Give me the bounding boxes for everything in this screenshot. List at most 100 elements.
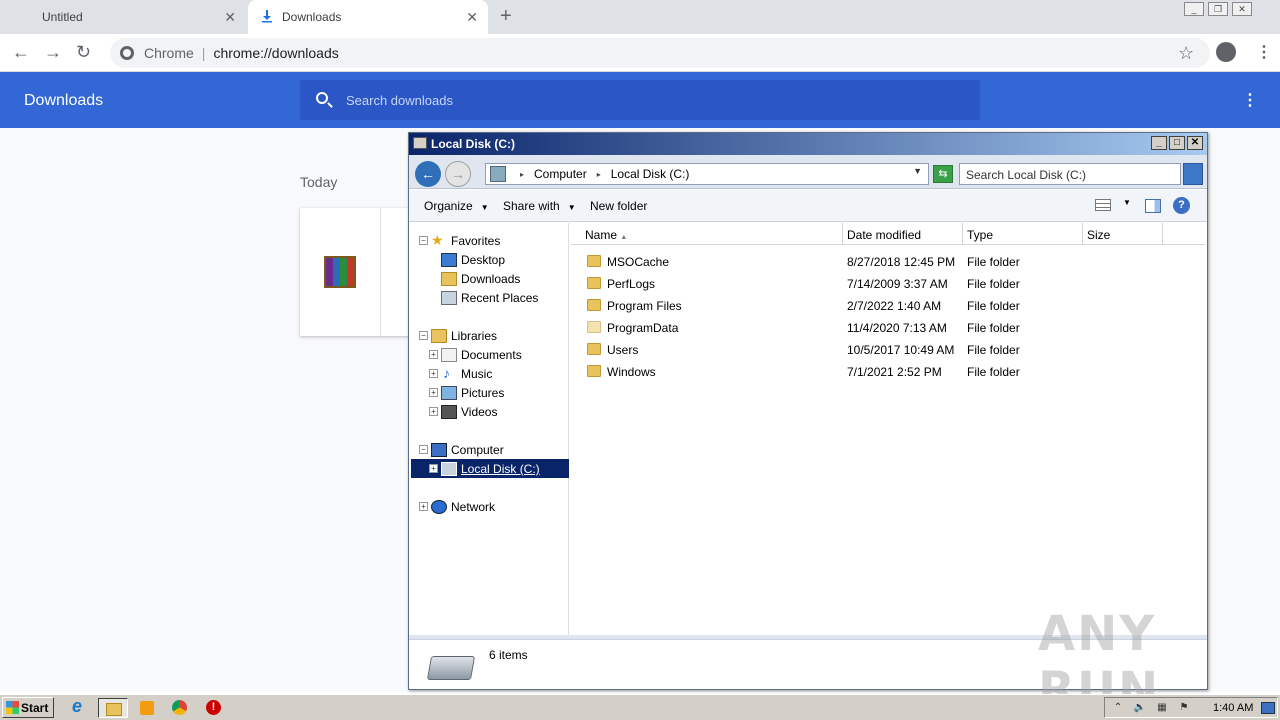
downloads-search-input[interactable]: Search downloads: [300, 80, 980, 120]
nav-local-disk[interactable]: + Local Disk (C:): [411, 459, 569, 478]
collapse-icon[interactable]: −: [419, 236, 428, 245]
file-row[interactable]: Users 10/5/2017 10:49 AM File folder: [571, 339, 1205, 361]
file-type: File folder: [967, 299, 1020, 313]
expand-icon[interactable]: +: [429, 464, 438, 473]
downloads-header: Downloads Search downloads ⋮: [0, 72, 1280, 128]
nav-music[interactable]: + ♪ Music: [411, 364, 569, 383]
close-button[interactable]: ✕: [1232, 2, 1252, 16]
internet-explorer-icon[interactable]: [68, 696, 92, 718]
nav-favorites[interactable]: − ★ Favorites: [411, 231, 569, 250]
downloads-menu-icon[interactable]: ⋮: [1242, 90, 1258, 110]
chevron-down-icon[interactable]: ▼: [1123, 198, 1131, 207]
navigation-pane: − ★ Favorites Desktop Downloads Recent P…: [411, 223, 569, 635]
refresh-icon[interactable]: ⇆: [933, 165, 953, 183]
nav-label: Videos: [461, 405, 498, 419]
share-with-button[interactable]: Share with ▼: [503, 199, 576, 213]
file-row[interactable]: ProgramData 11/4/2020 7:13 AM File folde…: [571, 317, 1205, 339]
new-tab-button[interactable]: +: [500, 5, 512, 28]
close-button[interactable]: ✕: [1187, 136, 1203, 150]
nav-libraries[interactable]: − Libraries: [411, 326, 569, 345]
drive-icon: [413, 137, 427, 149]
nav-label: Local Disk (C:): [461, 462, 540, 476]
locked-folder-icon: [587, 255, 601, 267]
forward-arrow-icon[interactable]: →: [445, 161, 471, 187]
omnibox-separator: |: [201, 45, 206, 61]
file-row[interactable]: MSOCache 8/27/2018 12:45 PM File folder: [571, 251, 1205, 273]
chevron-right-icon[interactable]: ▸: [597, 170, 601, 179]
minimize-button[interactable]: _: [1184, 2, 1204, 16]
file-explorer-icon[interactable]: [98, 698, 128, 718]
volume-icon[interactable]: 🔈: [1133, 702, 1147, 714]
collapse-icon[interactable]: −: [419, 445, 428, 454]
column-date-modified[interactable]: Date modified: [843, 223, 963, 245]
close-icon[interactable]: ✕: [224, 9, 236, 26]
bookmark-star-icon[interactable]: ☆: [1178, 43, 1194, 64]
chevron-down-icon[interactable]: ▼: [913, 166, 922, 176]
expand-icon[interactable]: +: [429, 350, 438, 359]
expand-icon[interactable]: +: [429, 369, 438, 378]
omnibox-site: Chrome: [144, 45, 194, 61]
expand-icon[interactable]: +: [419, 502, 428, 511]
nav-computer[interactable]: − Computer: [411, 440, 569, 459]
hidden-folder-icon: [587, 321, 601, 333]
column-size[interactable]: Size: [1083, 223, 1163, 245]
flag-icon[interactable]: ⚑: [1177, 702, 1191, 714]
file-row[interactable]: Program Files 2/7/2022 1:40 AM File fold…: [571, 295, 1205, 317]
nav-recent-places[interactable]: Recent Places: [411, 288, 569, 307]
explorer-address-bar[interactable]: ▸ Computer ▸ Local Disk (C:) ▼: [485, 163, 929, 185]
new-folder-button[interactable]: New folder: [590, 199, 647, 213]
search-icon[interactable]: [1183, 163, 1203, 185]
file-row[interactable]: PerfLogs 7/14/2009 3:37 AM File folder: [571, 273, 1205, 295]
show-desktop-icon[interactable]: [1261, 701, 1276, 714]
close-icon[interactable]: ✕: [466, 9, 478, 26]
back-button[interactable]: ←: [12, 42, 30, 63]
maximize-button[interactable]: □: [1169, 136, 1185, 150]
tray-arrow-icon[interactable]: ⌃: [1111, 702, 1125, 714]
file-row[interactable]: Windows 7/1/2021 2:52 PM File folder: [571, 361, 1205, 383]
tab-untitled[interactable]: Untitled ✕: [0, 0, 246, 34]
nav-videos[interactable]: + Videos: [411, 402, 569, 421]
organize-button[interactable]: Organize ▼: [424, 199, 489, 213]
explorer-search-input[interactable]: Search Local Disk (C:): [959, 163, 1181, 185]
back-arrow-icon[interactable]: ←: [415, 161, 441, 187]
file-list: Name ▲ Date modified Type Size MSOCache …: [571, 223, 1205, 635]
network-tray-icon[interactable]: ▦: [1155, 702, 1169, 714]
nav-documents[interactable]: + Documents: [411, 345, 569, 364]
view-options-icon[interactable]: [1095, 199, 1111, 211]
profile-avatar-icon[interactable]: [1216, 42, 1236, 62]
breadcrumb-local-disk[interactable]: Local Disk (C:): [611, 167, 690, 181]
explorer-titlebar[interactable]: Local Disk (C:) _ □ ✕: [409, 133, 1207, 155]
column-type[interactable]: Type: [963, 223, 1083, 245]
expand-icon[interactable]: +: [429, 388, 438, 397]
nav-label: Favorites: [451, 234, 501, 248]
help-icon[interactable]: ?: [1173, 197, 1190, 214]
preview-pane-icon[interactable]: [1145, 199, 1161, 213]
breadcrumb-computer[interactable]: Computer: [534, 167, 587, 181]
taskbar: Start ⌃ 🔈 ▦ ⚑ 1:40 AM: [0, 694, 1280, 720]
collapse-icon[interactable]: −: [419, 331, 428, 340]
chrome-icon[interactable]: [168, 698, 192, 718]
reload-button[interactable]: ↻: [76, 42, 91, 63]
nav-pictures[interactable]: + Pictures: [411, 383, 569, 402]
restore-button[interactable]: ❐: [1208, 2, 1228, 16]
folder-icon: [587, 299, 601, 311]
nav-downloads[interactable]: Downloads: [411, 269, 569, 288]
chevron-right-icon[interactable]: ▸: [520, 170, 524, 179]
expand-icon[interactable]: +: [429, 407, 438, 416]
nav-network[interactable]: + Network: [411, 497, 569, 516]
forward-button[interactable]: →: [44, 42, 62, 63]
card-divider: [380, 208, 381, 336]
file-date: 8/27/2018 12:45 PM: [847, 255, 956, 269]
start-button[interactable]: Start: [2, 697, 54, 718]
stop-sign-icon[interactable]: [202, 698, 226, 718]
minimize-button[interactable]: _: [1151, 136, 1167, 150]
media-player-icon[interactable]: [136, 698, 160, 718]
sort-ascending-icon: ▲: [620, 234, 628, 241]
tab-downloads[interactable]: Downloads ✕: [248, 0, 488, 34]
nav-desktop[interactable]: Desktop: [411, 250, 569, 269]
section-today: Today: [300, 174, 338, 190]
chrome-menu-icon[interactable]: ⋮: [1256, 42, 1272, 62]
address-bar[interactable]: Chrome | chrome://downloads: [110, 38, 1210, 68]
clock[interactable]: 1:40 AM: [1213, 702, 1253, 714]
column-name[interactable]: Name ▲: [571, 223, 843, 245]
